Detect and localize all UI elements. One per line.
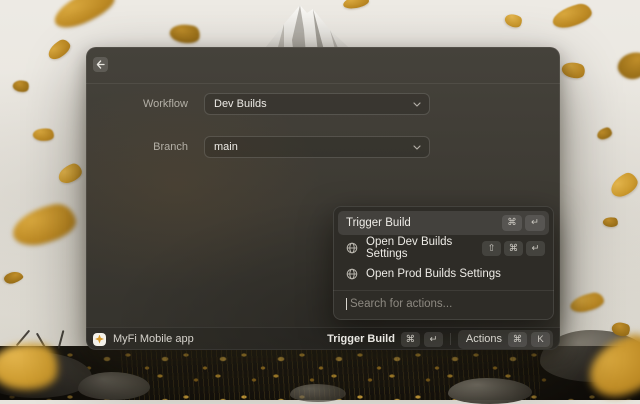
branch-dropdown[interactable]: main [204, 136, 430, 158]
action-label: Open Dev Builds Settings [346, 236, 482, 260]
return-keycap: ↵ [525, 215, 545, 231]
cmd-keycap: ⌘ [504, 241, 523, 256]
shortcut-keys: ⌘ ↵ [502, 215, 545, 231]
cmd-keycap: ⌘ [401, 332, 420, 347]
return-keycap: ↵ [424, 332, 443, 347]
actions-menu-button[interactable]: Actions ⌘ K [458, 330, 553, 349]
chevron-down-icon [413, 102, 421, 107]
branch-value: main [214, 141, 238, 153]
cmd-keycap: ⌘ [508, 332, 527, 347]
text-cursor [346, 298, 347, 310]
primary-action-button[interactable]: Trigger Build ⌘ ↵ [327, 332, 443, 347]
globe-icon [346, 242, 358, 254]
action-label: Trigger Build [346, 217, 502, 229]
cmd-keycap: ⌘ [502, 215, 522, 231]
footer-bar: MyFi Mobile app Trigger Build ⌘ ↵ Action… [86, 327, 560, 350]
shortcut-keys: ⇧ ⌘ ↵ [482, 241, 545, 256]
action-item-trigger-build[interactable]: Trigger Build ⌘ ↵ [338, 211, 549, 235]
action-item-open-dev-settings[interactable]: Open Dev Builds Settings ⇧ ⌘ ↵ [338, 235, 549, 261]
k-keycap: K [531, 332, 550, 347]
header-divider [86, 83, 560, 84]
return-keycap: ↵ [526, 241, 545, 256]
globe-icon [346, 268, 358, 280]
back-button[interactable] [93, 57, 108, 72]
footer-app-name: MyFi Mobile app [113, 333, 327, 345]
workflow-dropdown[interactable]: Dev Builds [204, 93, 430, 115]
footer-divider [450, 333, 451, 345]
branch-label: Branch [86, 136, 188, 158]
app-logo-icon [93, 333, 106, 346]
actions-panel: Trigger Build ⌘ ↵ Open Dev Builds Settin… [333, 206, 554, 320]
app-window: Workflow Dev Builds Branch main Trigger … [86, 47, 560, 350]
shift-keycap: ⇧ [482, 241, 501, 256]
chevron-down-icon [413, 145, 421, 150]
action-label: Open Prod Builds Settings [346, 268, 545, 280]
ground-shade [0, 346, 640, 400]
action-item-open-prod-settings[interactable]: Open Prod Builds Settings [338, 261, 549, 287]
actions-search-input[interactable] [348, 297, 541, 311]
workflow-value: Dev Builds [214, 98, 267, 110]
arrow-left-icon [96, 60, 105, 69]
workflow-label: Workflow [86, 93, 188, 115]
